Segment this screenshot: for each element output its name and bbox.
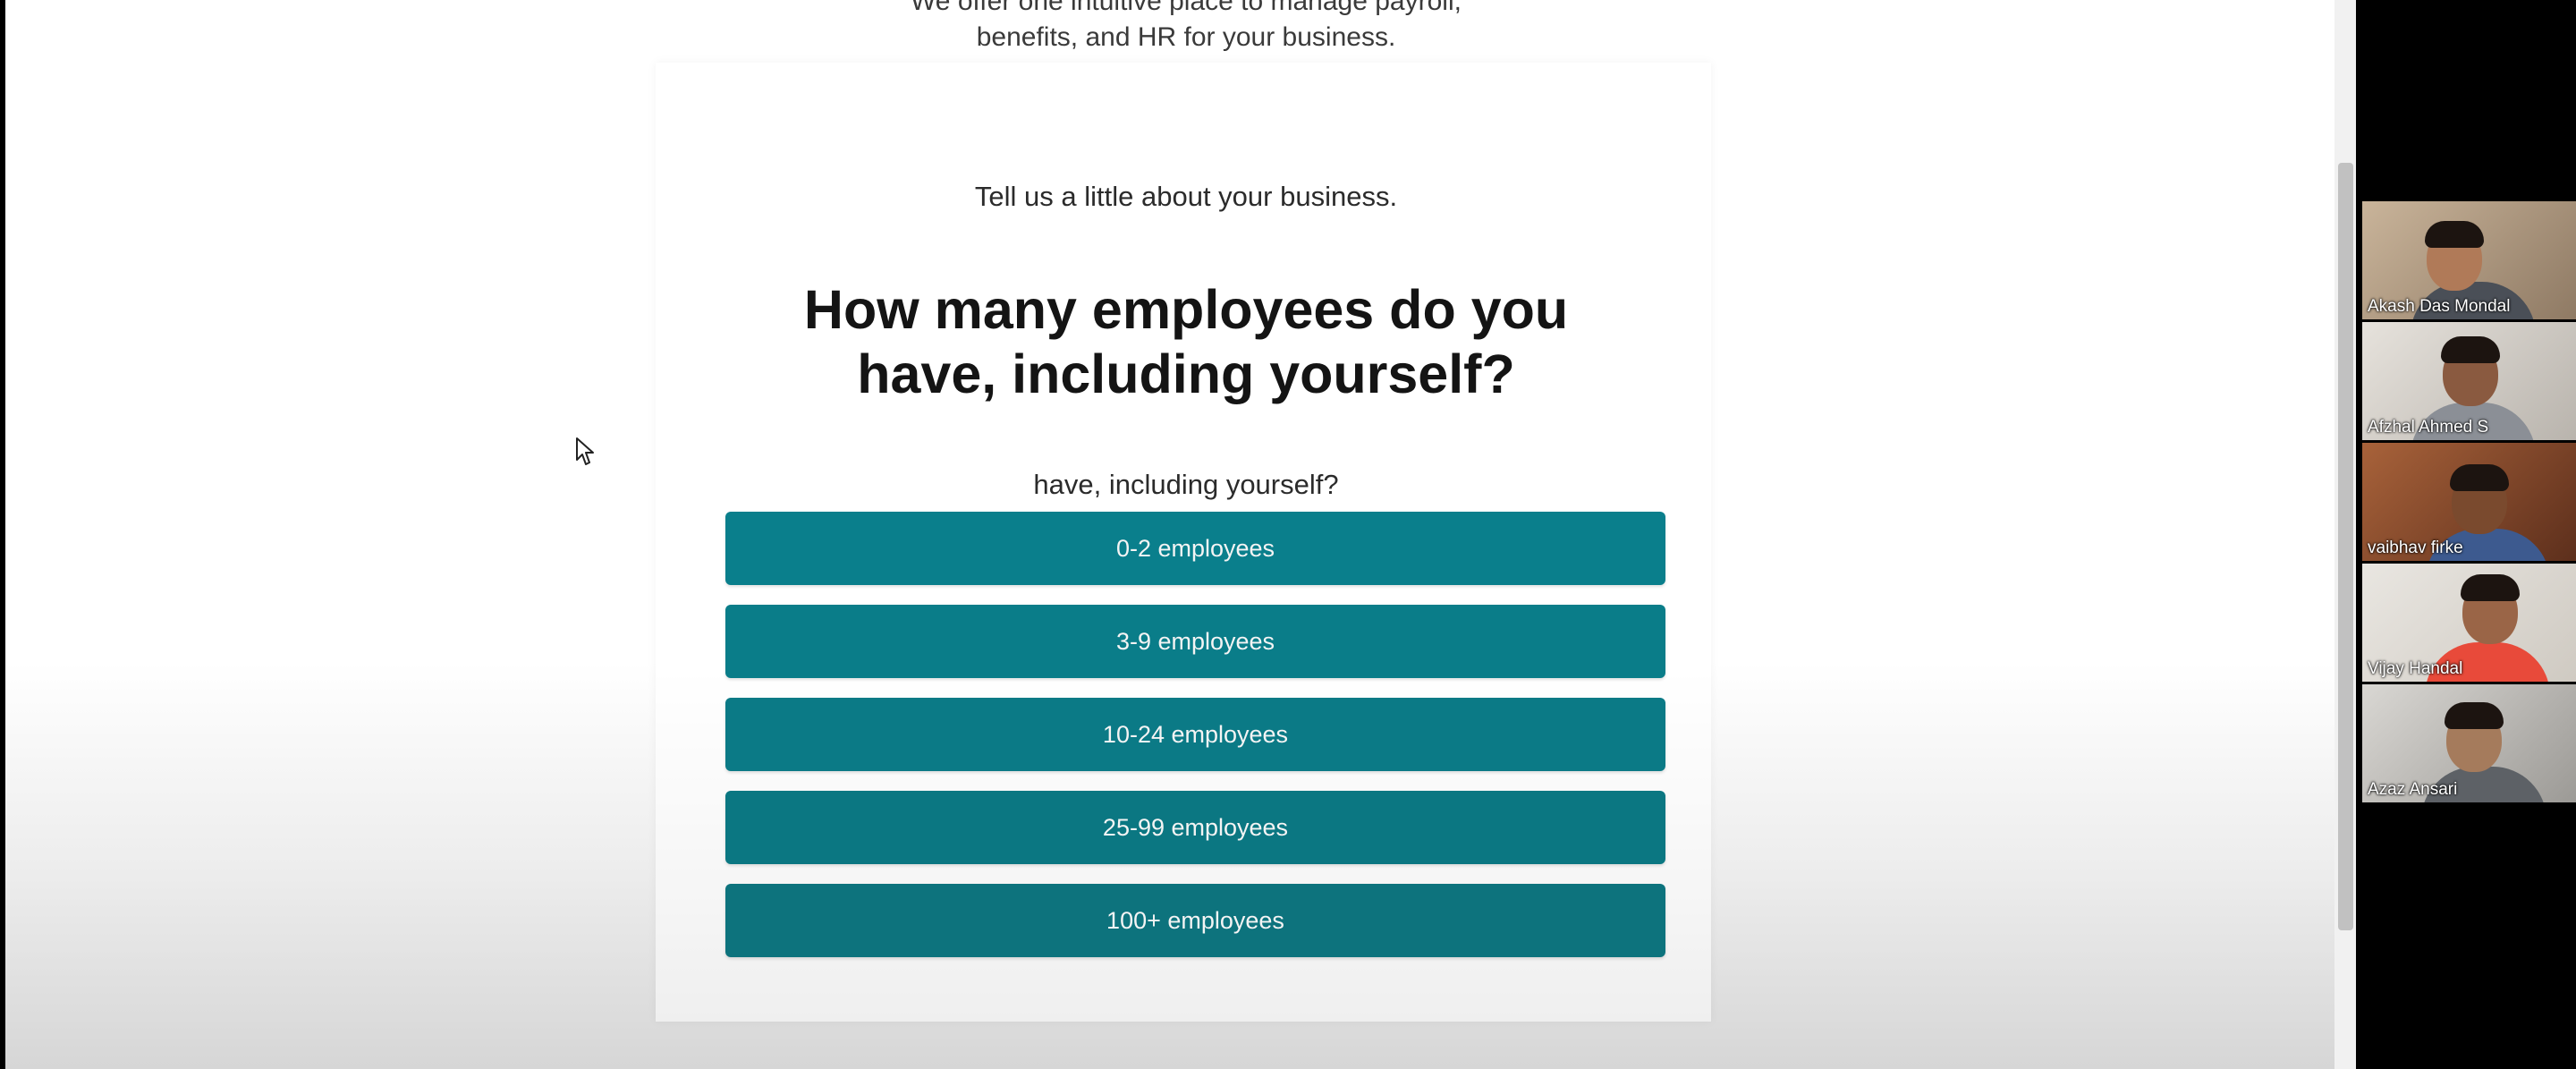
participant-tile[interactable]: Vijay Handal — [2362, 564, 2576, 682]
option-100-plus-employees-button[interactable]: 100+ employees — [725, 884, 1665, 957]
participant-tile[interactable]: vaibhav firke — [2362, 443, 2576, 561]
participant-name: Afzhal Ahmed S — [2368, 418, 2489, 437]
participant-tile[interactable]: Azaz Ansari — [2362, 684, 2576, 802]
intro-text-line-1: We offer one intuitive place to manage p… — [911, 0, 1462, 16]
participant-name: Akash Das Mondal — [2368, 297, 2511, 316]
question-subtext: have, including yourself? — [1033, 469, 1339, 500]
option-0-2-employees-button[interactable]: 0-2 employees — [725, 512, 1665, 585]
participant-name: Vijay Handal — [2368, 659, 2463, 678]
question-line-1: How many employees do you — [803, 279, 1569, 340]
option-25-99-employees-button[interactable]: 25-99 employees — [725, 791, 1665, 864]
question-line-2: have, including yourself? — [857, 344, 1515, 404]
participant-tile[interactable]: Akash Das Mondal — [2362, 201, 2576, 319]
shared-screen: We offer one intuitive place to manage p… — [5, 0, 2356, 1069]
mouse-pointer-icon — [576, 437, 594, 465]
option-10-24-employees-button[interactable]: 10-24 employees — [725, 698, 1665, 771]
option-3-9-employees-button[interactable]: 3-9 employees — [725, 605, 1665, 678]
employee-count-question: How many employees do you have, includin… — [739, 277, 1633, 406]
business-prompt: Tell us a little about your business. — [974, 181, 1398, 212]
participant-name: vaibhav firke — [2368, 539, 2463, 557]
intro-text-line-2: benefits, and HR for your business. — [976, 22, 1396, 52]
participant-name: Azaz Ansari — [2368, 780, 2458, 799]
scrollbar-thumb[interactable] — [2338, 163, 2353, 930]
participant-tile[interactable]: Afzhal Ahmed S — [2362, 322, 2576, 440]
